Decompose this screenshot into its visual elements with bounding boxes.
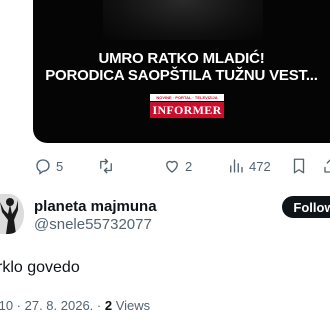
media-headline-line1: UMRO RATKO MLADIĆ!	[98, 50, 265, 67]
like-icon	[166, 160, 178, 173]
bookmark-button[interactable]	[290, 156, 308, 176]
share-button[interactable]	[322, 156, 330, 176]
reply-text: rklo govedo	[0, 259, 80, 276]
tweet-action-bar: 5 2 472	[0, 156, 330, 176]
like-button[interactable]: 2	[163, 156, 192, 176]
reply-views-label: Views	[112, 298, 151, 313]
like-count: 2	[185, 158, 193, 174]
views-count: 472	[249, 158, 271, 174]
follow-button[interactable]: Follow	[282, 196, 330, 218]
views-icon	[230, 159, 243, 173]
retweet-button[interactable]	[97, 156, 119, 176]
bookmark-icon	[293, 158, 305, 174]
views-button[interactable]: 472	[227, 156, 271, 176]
informer-logo: NOVINE · PORTAL · TELEVIZIJA INFORMER	[150, 94, 224, 118]
share-icon	[324, 159, 330, 173]
reply-icon	[36, 159, 50, 175]
media-headline-line2: PORODICA SAOPŠTILA TUŽNU VEST...	[45, 67, 318, 84]
retweet-icon	[100, 158, 112, 174]
reply-count: 5	[56, 158, 64, 174]
reply-button[interactable]: 5	[34, 156, 63, 176]
avatar[interactable]	[0, 194, 24, 234]
reply-author-name[interactable]: planeta majmuna	[34, 198, 157, 215]
avatar-image	[0, 194, 24, 234]
reply-author-handle[interactable]: @snele55732077	[34, 216, 152, 233]
logo-tagline: NOVINE · PORTAL · TELEVIZIJA	[150, 94, 224, 101]
logo-wordmark: INFORMER	[150, 102, 224, 118]
reply-timestamp[interactable]: :10 · 27. 8. 2026. ·	[0, 298, 105, 313]
media-background	[103, 0, 263, 40]
reply-views-count: 2	[104, 298, 113, 313]
reply-metadata: :10 · 27. 8. 2026. · 2 Views	[0, 298, 150, 313]
tweet-media-image[interactable]: UMRO RATKO MLADIĆ! PORODICA SAOPŠTILA TU…	[33, 0, 330, 143]
